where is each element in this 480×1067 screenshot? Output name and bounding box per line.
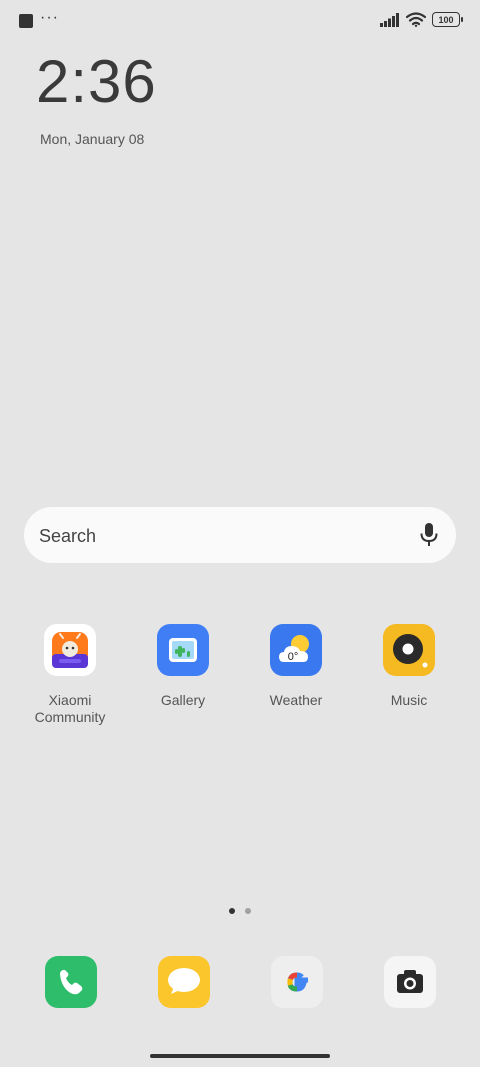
- app-label: Xiaomi Community: [34, 692, 106, 725]
- xiaomi-community-icon: [44, 624, 96, 676]
- signal-icon: [380, 12, 399, 27]
- music-icon: [383, 624, 435, 676]
- weather-icon: 0°: [270, 624, 322, 676]
- microphone-icon[interactable]: [419, 522, 439, 548]
- search-label: Search: [39, 526, 97, 546]
- camera-icon[interactable]: [384, 956, 436, 1008]
- more-notifications-icon: ···: [40, 9, 59, 26]
- search-bar[interactable]: Search: [24, 507, 456, 563]
- wifi-icon: [406, 12, 426, 27]
- app-xiaomi-community[interactable]: Xiaomi Community: [15, 624, 125, 726]
- google-icon[interactable]: [271, 956, 323, 1008]
- clock-date[interactable]: Mon, January 08: [40, 131, 144, 147]
- page-dot-active[interactable]: [229, 908, 235, 914]
- weather-temperature: 0°: [288, 651, 299, 663]
- page-indicator: [0, 908, 480, 914]
- app-label: Weather: [269, 692, 323, 708]
- app-music[interactable]: Music: [354, 624, 464, 709]
- battery-icon: 100: [432, 12, 463, 27]
- app-label: Gallery: [160, 692, 206, 708]
- status-bar: ··· 100: [0, 0, 480, 42]
- messages-icon[interactable]: [158, 956, 210, 1008]
- notification-square-icon: [19, 14, 33, 28]
- app-label: Music: [390, 692, 428, 708]
- app-gallery[interactable]: Gallery: [128, 624, 238, 709]
- app-weather[interactable]: 0° Weather: [241, 624, 351, 709]
- battery-level: 100: [438, 14, 454, 25]
- phone-icon[interactable]: [45, 956, 97, 1008]
- clock-time[interactable]: 2:36: [36, 52, 157, 112]
- gallery-icon: [157, 624, 209, 676]
- home-gesture-bar[interactable]: [150, 1054, 330, 1058]
- page-dot[interactable]: [245, 908, 251, 914]
